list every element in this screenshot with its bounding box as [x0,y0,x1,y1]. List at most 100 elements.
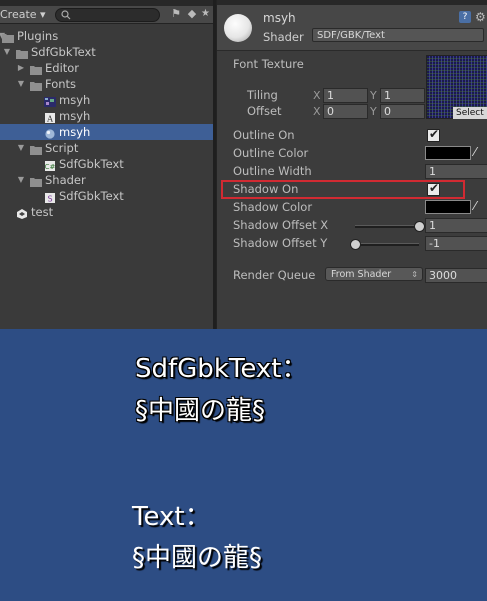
shadow-offset-x-label: Shadow Offset X [233,218,329,232]
font-asset-icon: A [44,111,56,124]
render-queue-dropdown[interactable]: From Shader ⇕ [325,267,423,281]
tree-item[interactable]: ▼Plugins [0,28,213,44]
font-texture-icon [44,95,56,107]
material-icon [44,127,56,139]
tree-item-label: Script [45,141,79,155]
tree-item-label: SdfGbkText [31,45,96,59]
tree-item[interactable]: msyh [0,92,213,108]
tree-item[interactable]: ▼ SdfGbkText [0,44,213,60]
tree-item[interactable]: ▼ Shader [0,172,213,188]
tree-item[interactable]: ▼ Fonts [0,76,213,92]
tree-item[interactable]: ▶ Editor [0,60,213,76]
dropdown-arrows-icon: ⇕ [411,270,418,279]
outline-color-label: Outline Color [233,146,309,160]
offset-label: Offset [247,104,282,118]
tiling-y-label: Y [370,89,377,102]
tree-item-label: Plugins [17,29,59,43]
material-name: msyh [263,11,296,25]
expand-arrow-icon[interactable]: ▼ [16,76,26,92]
project-toolbar: Create ▾ ⚑ ◆ ★ [0,6,213,24]
shadow-offset-y-field[interactable]: -1 [425,236,487,251]
outline-width-label: Outline Width [233,164,312,178]
tree-item-label: Editor [45,61,80,75]
offset-y-field[interactable]: 0 [380,104,425,119]
text-sample: §中國の龍§ [132,543,263,573]
eyedropper-icon[interactable]: ⁄ [474,199,486,213]
shadow-offset-x-slider[interactable] [355,225,419,228]
shader-icon: S [44,191,56,204]
filter-by-label-icon[interactable]: ◆ [186,8,198,20]
search-icon [61,10,71,20]
folder-icon [16,47,28,59]
shadow-offset-y-slider[interactable] [355,243,419,246]
checkmark-icon: ✔ [429,127,440,141]
gear-icon[interactable]: ⚙ [475,11,487,23]
tree-item-label: msyh [59,125,91,139]
expand-arrow-icon[interactable]: ▼ [16,140,26,156]
csharp-script-icon: C# [44,159,56,171]
shader-dropdown[interactable]: SDF/GBK/Text [312,28,484,42]
tree-item-label: SdfGbkText [59,189,124,203]
project-panel: Create ▾ ⚑ ◆ ★ ▼Plugins▼SdfGbkText▶Edito… [0,0,213,329]
eyedropper-icon[interactable]: ⁄ [474,145,486,159]
folder-icon [30,175,42,187]
tree-item-label: Shader [45,173,86,187]
tree-item[interactable]: Amsyh [0,108,213,124]
annotation-highlight-box [221,180,465,199]
project-search-input[interactable] [55,8,160,22]
folder-icon [2,31,14,43]
shadow-offset-x-field[interactable]: 1 [425,218,487,233]
shadow-offset-x-slider-knob[interactable] [414,221,425,232]
offset-y-label: Y [370,105,377,118]
render-queue-mode: From Shader [331,269,392,280]
tree-item-label: SdfGbkText [59,157,124,171]
shadow-offset-y-label: Shadow Offset Y [233,236,328,250]
shadow-offset-y-slider-knob[interactable] [350,239,361,250]
tree-item[interactable]: test [0,204,213,220]
tree-item-label: test [31,205,54,219]
outline-color-swatch[interactable] [425,146,471,160]
create-button[interactable]: Create ▾ [0,7,46,22]
texture-select-button[interactable]: Select [453,107,487,119]
tree-item[interactable]: msyh [0,124,213,140]
folder-icon [30,143,42,155]
text-label: Text： [132,502,211,532]
font-texture-label: Font Texture [233,57,304,71]
tree-item[interactable]: C# SdfGbkText [0,156,213,172]
tree-item-label: msyh [59,93,91,107]
tree-item[interactable]: S SdfGbkText [0,188,213,204]
outline-width-field[interactable]: 1 [425,164,487,179]
shadow-color-label: Shadow Color [233,200,313,214]
shader-dropdown-value: SDF/GBK/Text [317,30,385,41]
folder-icon [30,63,42,75]
render-queue-field[interactable]: 3000 [425,268,487,283]
outline-on-label: Outline On [233,128,295,142]
tiling-x-field[interactable]: 1 [323,88,368,103]
favorites-icon[interactable]: ★ [201,8,211,20]
outline-on-checkbox[interactable]: ✔ [427,127,440,142]
offset-x-field[interactable]: 0 [323,104,368,119]
inspector-panel: msyh Shader SDF/GBK/Text ? ⚙ Font Textur… [216,0,487,329]
expand-arrow-icon[interactable]: ▼ [16,172,26,188]
expand-arrow-icon[interactable]: ▼ [2,44,12,60]
unity-scene-icon [16,207,28,219]
game-view: SdfGbkText： §中國の龍§ Text： §中國の龍§ [0,329,487,601]
tree-item-label: msyh [59,109,91,123]
offset-x-label: X [313,105,321,118]
collapse-arrow-icon[interactable]: ▶ [16,60,26,76]
sdf-text-sample: §中國の龍§ [135,396,266,426]
tree-item[interactable]: ▼ Script [0,140,213,156]
shadow-color-swatch[interactable] [425,200,471,214]
sdf-text-label: SdfGbkText： [135,354,308,384]
tree-item-label: Fonts [45,77,77,91]
help-icon[interactable]: ? [459,11,471,23]
render-queue-label: Render Queue [233,268,316,282]
material-header: msyh Shader SDF/GBK/Text ? ⚙ [217,5,487,51]
filter-by-type-icon[interactable]: ⚑ [170,8,182,20]
svg-text:A: A [46,115,53,124]
material-preview-sphere [224,14,252,42]
tiling-y-field[interactable]: 1 [380,88,425,103]
shader-label: Shader [263,30,304,44]
tiling-label: Tiling [247,88,278,102]
tiling-x-label: X [313,89,321,102]
